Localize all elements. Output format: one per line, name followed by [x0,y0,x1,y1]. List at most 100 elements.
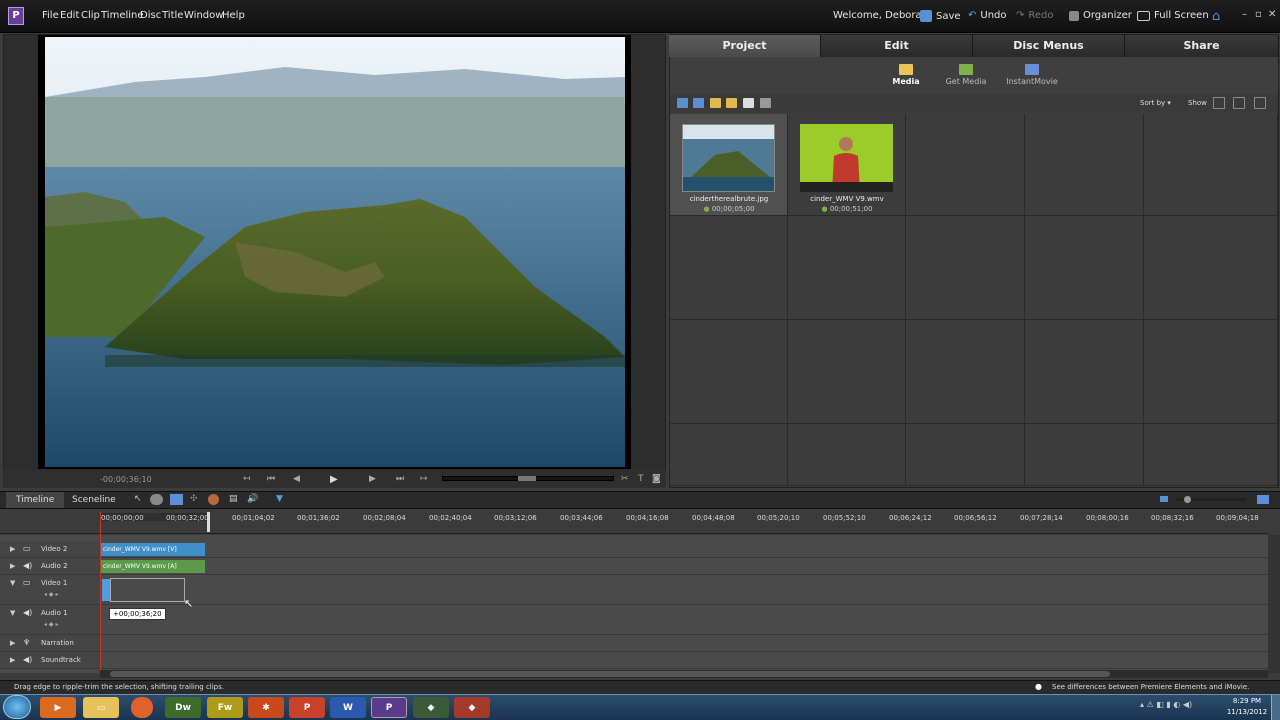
menu-file[interactable]: File [42,10,59,21]
app-icon[interactable]: ✱ [248,697,284,718]
clock-date[interactable]: 11/13/2012 [1226,708,1268,716]
split-clip-icon[interactable]: ✂ [621,474,629,484]
tab-sceneline[interactable]: Sceneline [62,492,126,508]
step-forward-icon[interactable]: ▶ [369,474,376,484]
photoshop-icon[interactable]: ◆ [413,697,449,718]
media-thumbnail-image[interactable] [682,124,775,192]
tray-icons[interactable]: ▴ ⚠ ◧ ▮ ◐ ◀) [1140,700,1192,709]
volume-icon[interactable]: 🔊 [247,494,258,504]
freeze-frame-icon[interactable]: ◙ [652,474,661,484]
show-desktop-button[interactable] [1271,695,1280,720]
firefox-icon[interactable] [131,697,153,718]
clock-time[interactable]: 8:29 PM [1228,697,1266,705]
menu-disc[interactable]: Disc [140,10,161,21]
word-icon[interactable]: W [330,697,366,718]
grid-cell [906,320,1025,424]
restore-button[interactable]: ▫ [1255,9,1262,20]
expand-arrow-icon[interactable]: ▶ [10,656,15,664]
properties-icon[interactable] [170,494,183,505]
scrollbar-thumb[interactable] [110,671,1110,677]
close-button[interactable]: ✕ [1268,9,1276,20]
go-to-start-button[interactable]: ↤ [243,474,251,484]
menu-window[interactable]: Window [184,10,223,21]
minimize-button[interactable]: – [1242,9,1247,20]
menu-clip[interactable]: Clip [81,10,100,21]
media-player-icon[interactable]: ▶ [40,697,76,718]
panel-view-toggle-icon[interactable] [1213,97,1225,109]
keyframe-controls-icon[interactable]: ◂ ◆ ▸ [44,621,58,628]
delete-icon[interactable] [760,98,771,108]
step-back-icon[interactable]: ⏮ [267,474,275,484]
panel-audio-icon[interactable] [1233,97,1245,109]
menu-help[interactable]: Help [222,10,245,21]
scrubber-handle[interactable] [518,476,536,481]
collapse-arrow-icon[interactable]: ▼ [10,579,15,587]
tab-project[interactable]: Project [669,35,821,57]
list-view-icon[interactable] [677,98,688,108]
collapse-arrow-icon[interactable]: ▼ [10,609,15,617]
vertical-scrollbar[interactable] [1268,535,1280,673]
icon-view-icon[interactable] [693,98,704,108]
expand-arrow-icon[interactable]: ▶ [10,545,15,553]
fireworks-icon[interactable]: Fw [207,697,243,718]
new-folder-icon[interactable] [726,98,737,108]
zoom-handle[interactable] [1184,496,1191,503]
home-icon[interactable]: ⌂ [1212,9,1220,24]
subtab-instantmovie[interactable]: InstantMovie [997,64,1067,86]
menu-title[interactable]: Title [162,10,183,21]
selection-tool-icon[interactable]: ↖ [134,494,142,504]
save-button[interactable]: Save [920,10,961,22]
record-icon[interactable] [208,494,219,505]
preview-timecode: -00;00;36;10 [100,475,152,484]
folder-icon[interactable] [710,98,721,108]
subtab-get-media[interactable]: Get Media [931,64,1001,86]
smart-trim-icon[interactable]: ✣ [190,494,198,504]
timeline-ruler[interactable]: 00;00;00;00 00;00;32;00 00;01;04;02 00;0… [0,510,1268,534]
expand-arrow-icon[interactable]: ▶ [10,639,15,647]
menu-timeline[interactable]: Timeline [101,10,144,21]
go-to-end-button[interactable]: ↦ [420,474,428,484]
organizer-button[interactable]: Organizer [1069,10,1132,21]
audio-mixer-icon[interactable]: ▤ [229,494,238,504]
premiere-elements-icon[interactable]: P [371,697,407,718]
start-button[interactable] [3,695,31,719]
save-icon [920,10,932,22]
video-clip[interactable]: cinder_WMV V9.wmv [V] [101,543,205,556]
playhead[interactable] [100,512,101,672]
panel-options-icon[interactable] [1254,97,1266,109]
capture-icon[interactable]: ◆ [454,697,490,718]
media-folder-icon [899,64,913,75]
grid-cell [906,424,1025,486]
grid-cell [670,320,788,424]
menu-edit[interactable]: Edit [60,10,79,21]
smart-fix-icon[interactable] [150,494,163,505]
audio-clip[interactable]: cinder_WMV V9.wmv [A] [101,560,205,573]
expand-arrow-icon[interactable]: ▶ [10,562,15,570]
tip-link[interactable]: See differences between Premiere Element… [1052,683,1249,691]
marker-icon[interactable]: ▼ [276,494,283,504]
sort-by-dropdown[interactable]: Sort by ▾ [1140,99,1171,107]
current-time-indicator[interactable] [207,512,210,532]
keyframe-controls-icon[interactable]: ◂ ◆ ▸ [44,591,58,598]
add-text-icon[interactable]: T [638,474,644,484]
explorer-icon[interactable]: ▭ [83,697,119,718]
play-button[interactable]: ▶ [330,474,338,485]
ruler-tick: 00;08;32;16 [1151,514,1194,522]
redo-button[interactable]: ↷ Redo [1016,10,1054,21]
fullscreen-button[interactable]: Full Screen [1137,10,1209,21]
tab-share[interactable]: Share [1125,35,1279,57]
new-item-icon[interactable] [743,98,754,108]
tab-edit[interactable]: Edit [821,35,973,57]
grid-cell [670,216,788,320]
rewind-icon[interactable]: ◀ [293,474,300,484]
undo-button[interactable]: ↶ Undo [968,10,1007,21]
tab-timeline[interactable]: Timeline [6,492,65,508]
trimmed-clip[interactable] [102,579,110,601]
media-thumbnail-video[interactable] [800,124,893,192]
fast-forward-icon[interactable]: ⏭ [396,474,404,484]
zoom-out-icon[interactable] [1160,496,1168,502]
powerpoint-icon[interactable]: P [289,697,325,718]
zoom-in-icon[interactable] [1257,495,1269,504]
tab-disc-menus[interactable]: Disc Menus [973,35,1125,57]
dreamweaver-icon[interactable]: Dw [165,697,201,718]
